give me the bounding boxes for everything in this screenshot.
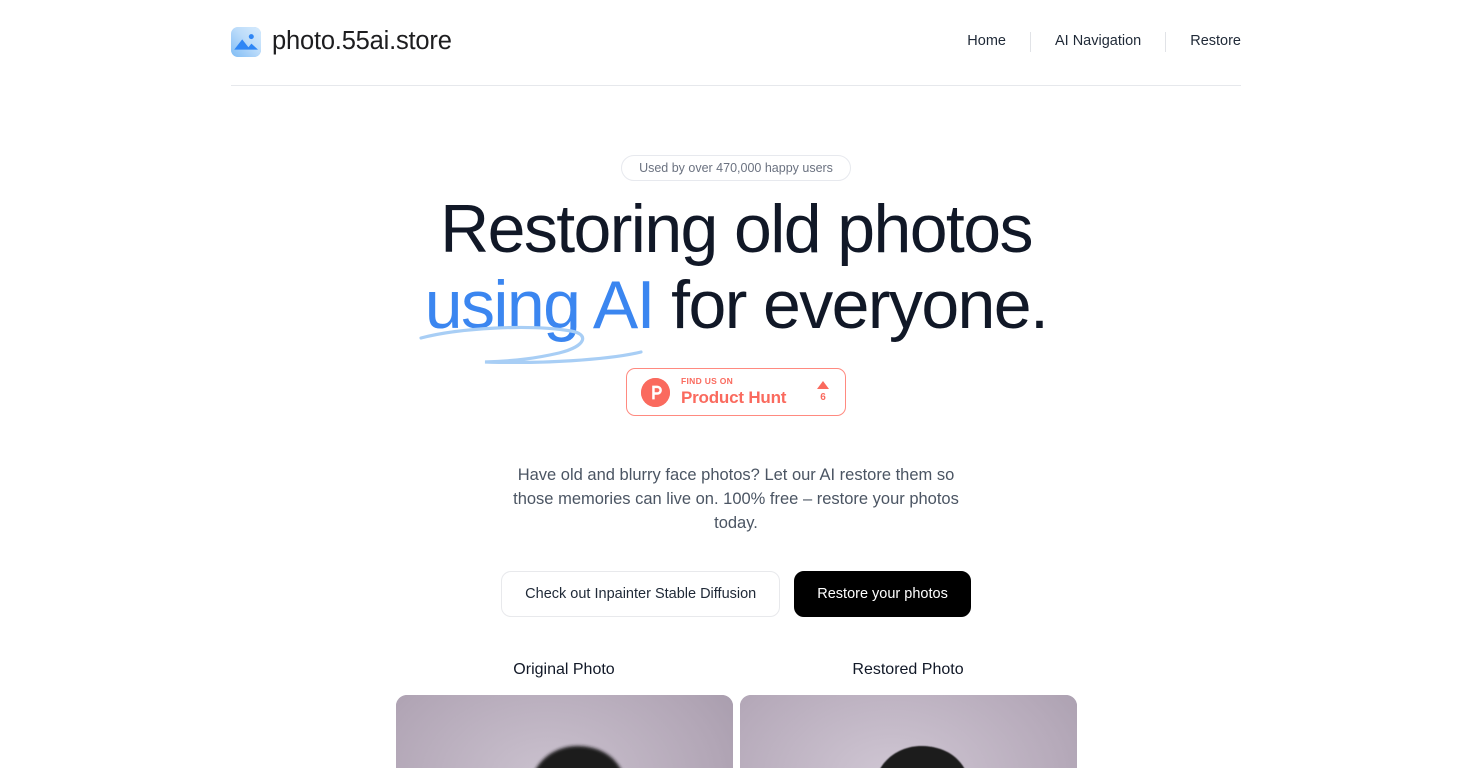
nav-item-home[interactable]: Home bbox=[967, 34, 1030, 49]
brand-name: photo.55ai.store bbox=[272, 26, 452, 55]
image-photo-icon bbox=[231, 26, 261, 57]
caret-up-icon bbox=[817, 381, 829, 389]
original-photo-label: Original Photo bbox=[513, 661, 615, 678]
main-navigation: Home AI Navigation Restore bbox=[967, 31, 1241, 52]
headline-accent: using AI bbox=[419, 271, 655, 364]
cta-button-row: Check out Inpainter Stable Diffusion Res… bbox=[501, 571, 971, 617]
original-photo-column: Original Photo bbox=[395, 661, 733, 768]
inpainter-stable-diffusion-button[interactable]: Check out Inpainter Stable Diffusion bbox=[501, 571, 781, 617]
headline-line-1: Restoring old photos bbox=[440, 191, 1033, 267]
page-title: Restoring old photos using AI for everyo… bbox=[419, 191, 1049, 364]
product-hunt-kicker: FIND US ON bbox=[681, 375, 734, 386]
product-hunt-text: FIND US ON Product Hunt bbox=[681, 375, 806, 407]
headline-accent-text: using AI bbox=[424, 267, 656, 343]
product-hunt-badge[interactable]: FIND US ON Product Hunt 6 bbox=[626, 368, 846, 416]
headline-rest-text: for everyone. bbox=[653, 267, 1049, 343]
hero-section: Used by over 470,000 happy users Restori… bbox=[0, 86, 1472, 768]
restore-your-photos-button[interactable]: Restore your photos bbox=[794, 571, 971, 617]
product-hunt-title: Product Hunt bbox=[681, 387, 787, 407]
original-photo-image bbox=[395, 695, 733, 768]
nav-item-ai-navigation[interactable]: AI Navigation bbox=[1031, 34, 1165, 49]
headline-line-2: using AI for everyone. bbox=[419, 271, 1049, 364]
site-header: photo.55ai.store Home AI Navigation Rest… bbox=[231, 0, 1241, 86]
brand-logo-link[interactable]: photo.55ai.store bbox=[231, 26, 452, 57]
restored-photo-label: Restored Photo bbox=[852, 661, 964, 678]
restored-photo-column: Restored Photo bbox=[739, 661, 1077, 768]
social-proof-badge: Used by over 470,000 happy users bbox=[621, 155, 851, 181]
photo-comparison: Original Photo Restored Photo bbox=[395, 661, 1077, 768]
restored-photo-image bbox=[739, 695, 1077, 768]
page-root: photo.55ai.store Home AI Navigation Rest… bbox=[0, 0, 1472, 768]
product-hunt-vote-count: 6 bbox=[820, 392, 826, 403]
product-hunt-logo-icon bbox=[641, 377, 670, 407]
nav-item-restore[interactable]: Restore bbox=[1166, 34, 1241, 49]
product-hunt-upvote[interactable]: 6 bbox=[817, 381, 831, 403]
hero-subtitle: Have old and blurry face photos? Let our… bbox=[513, 466, 959, 532]
